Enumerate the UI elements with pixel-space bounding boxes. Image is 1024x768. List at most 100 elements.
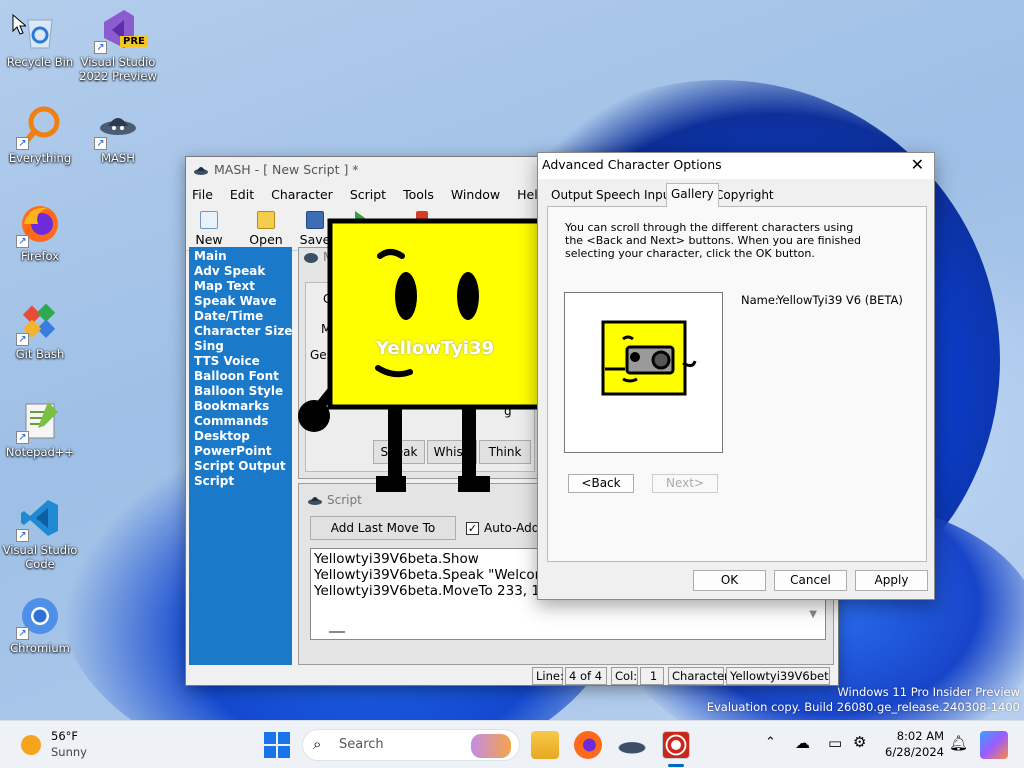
sidebar-item-map-text[interactable]: Map Text <box>194 279 292 294</box>
desktop-icon-label: MASH <box>101 151 135 165</box>
desktop-icon-label: Visual Studio 2022 Preview <box>79 55 157 83</box>
search-highlight-icon <box>471 734 511 758</box>
windows-watermark: Windows 11 Pro Insider Preview Evaluatio… <box>707 685 1020 715</box>
sidebar-item-script[interactable]: Script <box>194 474 292 489</box>
sidebar-item-date-time[interactable]: Date/Time <box>194 309 292 324</box>
menu-tools[interactable]: Tools <box>403 187 434 202</box>
desktop-icon-everything[interactable]: ↗ Everything <box>0 104 80 165</box>
cancel-button[interactable]: Cancel <box>774 570 847 591</box>
visual-studio-preview-icon: PRE ↗ <box>94 8 148 54</box>
mash-icon: ↗ <box>94 104 140 150</box>
weather-widget[interactable]: 56°F Sunny <box>18 727 128 763</box>
tab-content-panel: You can scroll through the different cha… <box>547 206 927 562</box>
search-placeholder: Search <box>339 737 384 752</box>
add-last-move-button[interactable]: Add Last Move To <box>310 516 456 540</box>
shortcut-arrow-icon: ↗ <box>16 431 29 444</box>
firefox-taskbar-icon[interactable] <box>574 731 602 759</box>
accessibility-icon[interactable]: ⚙ <box>853 733 866 751</box>
sidebar-item-script-output[interactable]: Script Output <box>194 459 292 474</box>
clock[interactable]: 8:02 AM 6/28/2024 <box>882 728 944 760</box>
network-icon[interactable]: ☁ <box>795 734 810 752</box>
weather-desc: Sunny <box>51 745 87 759</box>
chevron-up-icon[interactable]: ⌃ <box>765 735 776 750</box>
close-icon[interactable]: ✕ <box>911 153 924 177</box>
sidebar-item-balloon-style[interactable]: Balloon Style <box>194 384 292 399</box>
scroll-down-arrow-icon[interactable]: ▼ <box>809 607 817 623</box>
notepadpp-icon: ↗ <box>16 398 62 444</box>
sidebar-item-sing[interactable]: Sing <box>194 339 292 354</box>
weather-temp: 56°F <box>51 729 78 743</box>
desktop-icon-notepadpp[interactable]: ↗ Notepad++ <box>0 398 80 459</box>
status-col-label: Col: <box>611 667 638 685</box>
advanced-character-options-dialog: Advanced Character Options ✕ Output Spee… <box>537 152 935 600</box>
desktop-icon-firefox[interactable]: ↗ Firefox <box>0 202 80 263</box>
gallery-instructions: You can scroll through the different cha… <box>565 221 861 260</box>
character-preview-box <box>564 292 723 453</box>
yellowtyi39-character[interactable]: YellowTyi39 <box>296 218 576 496</box>
menu-edit[interactable]: Edit <box>230 187 254 202</box>
clock-date: 6/28/2024 <box>885 745 944 759</box>
desktop-icon-chromium[interactable]: ↗ Chromium <box>0 594 80 655</box>
desktop-icon-vscode[interactable]: ↗ Visual Studio Code <box>0 496 80 571</box>
character-name-label: Name: <box>741 293 779 307</box>
windows-start-icon[interactable] <box>263 731 291 759</box>
menu-file[interactable]: File <box>192 187 213 202</box>
sidebar-item-bookmarks[interactable]: Bookmarks <box>194 399 292 414</box>
desktop-icon-git-bash[interactable]: ↗ Git Bash <box>0 300 80 361</box>
watermark-line-2: Evaluation copy. Build 26080.ge_release.… <box>706 700 1020 714</box>
sidebar-item-character-size[interactable]: Character Size <box>194 324 292 339</box>
ok-button[interactable]: OK <box>693 570 766 591</box>
search-box[interactable]: ⌕ Search <box>302 729 520 761</box>
horizontal-scroll-thumb[interactable] <box>329 631 345 633</box>
dialog-title-bar[interactable]: Advanced Character Options ✕ <box>538 153 934 179</box>
open-button[interactable]: Open <box>240 209 292 247</box>
watermark-line-1: Windows 11 Pro Insider Preview <box>837 685 1020 699</box>
tab-output[interactable]: Output <box>547 185 597 206</box>
new-button[interactable]: New <box>183 209 235 247</box>
display-icon[interactable]: ▭ <box>828 734 842 752</box>
mash-window-title: MASH - [ New Script ] * <box>214 162 359 177</box>
mash-taskbar-icon[interactable] <box>618 731 646 759</box>
tab-copyright[interactable]: Copyright <box>711 185 778 206</box>
shortcut-arrow-icon: ↗ <box>94 137 107 150</box>
desktop-icon-mash[interactable]: ↗ MASH <box>78 104 158 165</box>
sidebar-item-desktop[interactable]: Desktop <box>194 429 292 444</box>
taskbar-active-indicator <box>668 764 684 767</box>
shortcut-arrow-icon: ↗ <box>16 627 29 640</box>
status-line-value: 4 of 4 <box>565 667 607 685</box>
sidebar-item-main[interactable]: Main <box>194 249 292 264</box>
clock-time: 8:02 AM <box>896 729 944 743</box>
back-button[interactable]: <Back <box>568 474 634 493</box>
mouse-pointer-icon <box>12 14 26 35</box>
desktop-icon-visual-studio-preview[interactable]: PRE ↗ Visual Studio 2022 Preview <box>78 8 158 83</box>
desktop-icon-label: Visual Studio Code <box>2 543 78 571</box>
sun-icon <box>21 735 41 755</box>
copilot-icon[interactable] <box>980 731 1008 759</box>
status-line-label: Line: <box>532 667 564 685</box>
new-label: New <box>195 232 223 247</box>
status-character-value: Yellowtyi39V6beta <box>726 667 830 685</box>
new-file-icon <box>200 211 218 229</box>
menu-window[interactable]: Window <box>451 187 500 202</box>
sidebar-item-adv-speak[interactable]: Adv Speak <box>194 264 292 279</box>
function-sidebar: Main Adv Speak Map Text Speak Wave Date/… <box>189 247 292 665</box>
menu-script[interactable]: Script <box>350 187 386 202</box>
sidebar-item-speak-wave[interactable]: Speak Wave <box>194 294 292 309</box>
tab-gallery[interactable]: Gallery <box>666 183 719 207</box>
shortcut-arrow-icon: ↗ <box>94 41 107 54</box>
menu-character[interactable]: Character <box>271 187 333 202</box>
desktop-icon-label: Git Bash <box>15 347 65 361</box>
shortcut-arrow-icon: ↗ <box>16 333 29 346</box>
sidebar-item-tts-voice[interactable]: TTS Voice <box>194 354 292 369</box>
desktop-icon-label: Notepad++ <box>5 445 75 459</box>
sidebar-item-commands[interactable]: Commands <box>194 414 292 429</box>
agent-taskbar-icon[interactable] <box>662 731 690 759</box>
auto-add-checkbox[interactable]: ✓ <box>466 522 479 535</box>
apply-button[interactable]: Apply <box>855 570 928 591</box>
notification-bell-icon[interactable]: 🔔︎ <box>949 734 968 752</box>
file-explorer-icon[interactable] <box>531 731 559 759</box>
sidebar-item-powerpoint[interactable]: PowerPoint <box>194 444 292 459</box>
open-folder-icon <box>257 211 275 229</box>
sidebar-item-balloon-font[interactable]: Balloon Font <box>194 369 292 384</box>
shortcut-arrow-icon: ↗ <box>16 529 29 542</box>
